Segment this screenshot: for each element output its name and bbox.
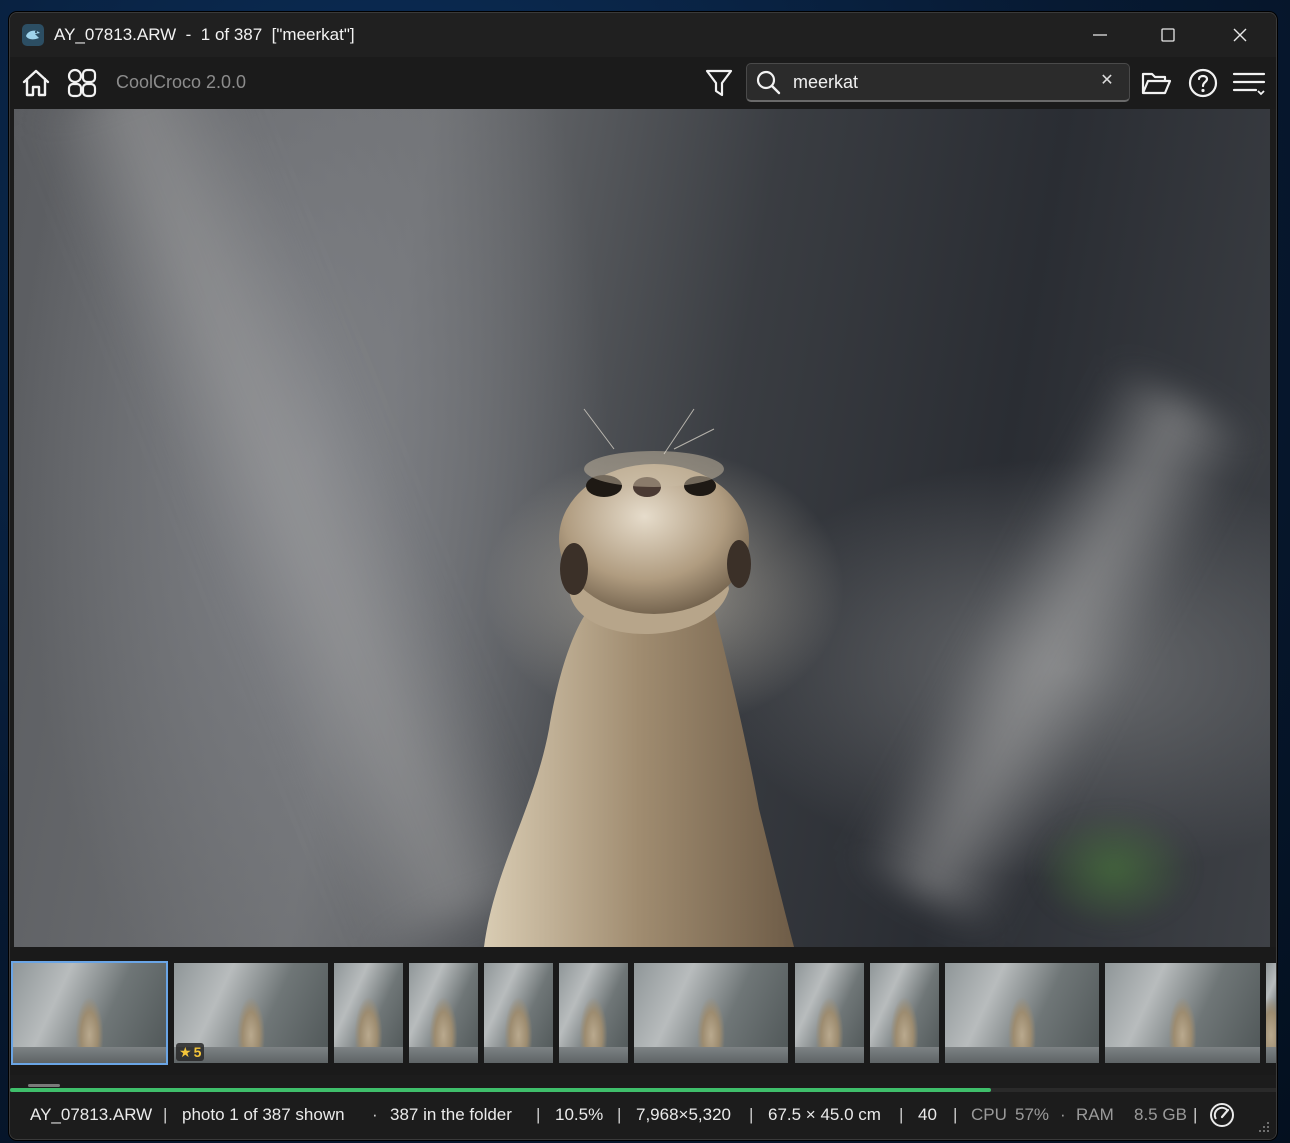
status-zoom: 10.5% xyxy=(555,1105,604,1124)
rating-badge: ★ 5 xyxy=(176,1043,205,1061)
search-input[interactable] xyxy=(791,68,1085,96)
thumbnail[interactable] xyxy=(484,963,553,1063)
thumbnail[interactable] xyxy=(870,963,939,1063)
open-folder-button[interactable] xyxy=(1138,65,1174,101)
rating-value: 5 xyxy=(193,1044,202,1060)
progress-fill xyxy=(10,1088,991,1092)
gauge-icon xyxy=(1210,1103,1234,1127)
thumbnail[interactable] xyxy=(559,963,628,1063)
status-separator: | xyxy=(899,1105,904,1124)
thumbnail[interactable] xyxy=(1266,963,1276,1063)
search-box[interactable]: ✕ xyxy=(746,63,1130,102)
thumbnail[interactable] xyxy=(795,963,864,1063)
ram-label: RAM xyxy=(1076,1105,1114,1124)
status-folder-count: 387 in the folder xyxy=(390,1105,512,1124)
minimize-icon xyxy=(1093,34,1107,36)
help-icon xyxy=(1188,68,1218,98)
minimize-button[interactable] xyxy=(1066,13,1134,57)
filmstrip: ★ 5 xyxy=(10,947,1276,1075)
app-window: AY_07813.ARW - 1 of 387 ["meerkat"] Cool… xyxy=(9,12,1277,1140)
thumbnail[interactable] xyxy=(409,963,478,1063)
meerkat-image xyxy=(484,408,794,947)
filmstrip-scrollbar[interactable] xyxy=(28,1084,60,1087)
status-number: 40 xyxy=(918,1105,937,1124)
status-filename: AY_07813.ARW xyxy=(30,1105,153,1124)
status-separator: · xyxy=(372,1105,378,1124)
performance-button[interactable] xyxy=(1206,1099,1238,1131)
app-name: CoolCroco 2.0.0 xyxy=(116,72,247,92)
thumbnail[interactable] xyxy=(945,963,1099,1063)
window-title: AY_07813.ARW - 1 of 387 ["meerkat"] xyxy=(54,25,355,44)
close-button[interactable] xyxy=(1206,13,1274,57)
app-logo-icon xyxy=(22,24,44,46)
status-dimensions: 7,968×5,320 xyxy=(636,1105,732,1124)
help-button[interactable] xyxy=(1185,65,1221,101)
filter-icon xyxy=(705,69,733,97)
star-icon: ★ xyxy=(179,1043,192,1060)
status-separator: | xyxy=(953,1105,958,1124)
load-progress-bar xyxy=(10,1088,1276,1092)
thumbnail[interactable] xyxy=(1105,963,1260,1063)
thumbnail[interactable] xyxy=(634,963,788,1063)
menu-button[interactable] xyxy=(1231,65,1267,101)
clear-search-button[interactable]: ✕ xyxy=(1097,71,1117,91)
maximize-icon xyxy=(1161,28,1175,42)
resize-grip-icon[interactable] xyxy=(1258,1121,1270,1133)
status-print-size: 67.5 × 45.0 cm xyxy=(768,1105,881,1124)
ram-value: 8.5 GB xyxy=(1134,1105,1187,1124)
grid-view-button[interactable] xyxy=(64,65,100,101)
status-separator: | xyxy=(536,1105,541,1124)
status-separator: | xyxy=(749,1105,754,1124)
thumbnail[interactable]: ★ 5 xyxy=(174,963,328,1063)
title-bar[interactable]: AY_07813.ARW - 1 of 387 ["meerkat"] xyxy=(10,13,1276,57)
maximize-button[interactable] xyxy=(1134,13,1202,57)
filter-button[interactable] xyxy=(701,65,737,101)
status-separator: · xyxy=(1060,1105,1066,1124)
home-icon xyxy=(22,69,50,97)
status-separator: | xyxy=(163,1105,168,1124)
main-photo-viewer[interactable] xyxy=(14,109,1270,947)
menu-icon xyxy=(1232,72,1266,96)
cpu-value: 57% xyxy=(1015,1105,1050,1124)
status-separator: | xyxy=(1193,1105,1198,1124)
toolbar: CoolCroco 2.0.0 ✕ xyxy=(10,57,1276,109)
thumbnail[interactable] xyxy=(334,963,403,1063)
grid-view-icon xyxy=(67,68,97,98)
status-bar: AY_07813.ARW | photo 1 of 387 shown · 38… xyxy=(10,1093,1276,1139)
cpu-label: CPU xyxy=(971,1105,1007,1124)
close-icon xyxy=(1233,28,1247,42)
status-separator: | xyxy=(617,1105,622,1124)
home-button[interactable] xyxy=(18,65,54,101)
open-folder-icon xyxy=(1141,72,1172,95)
status-shown-count: photo 1 of 387 shown xyxy=(182,1105,345,1124)
thumbnail[interactable] xyxy=(11,961,168,1065)
search-icon xyxy=(756,70,781,95)
